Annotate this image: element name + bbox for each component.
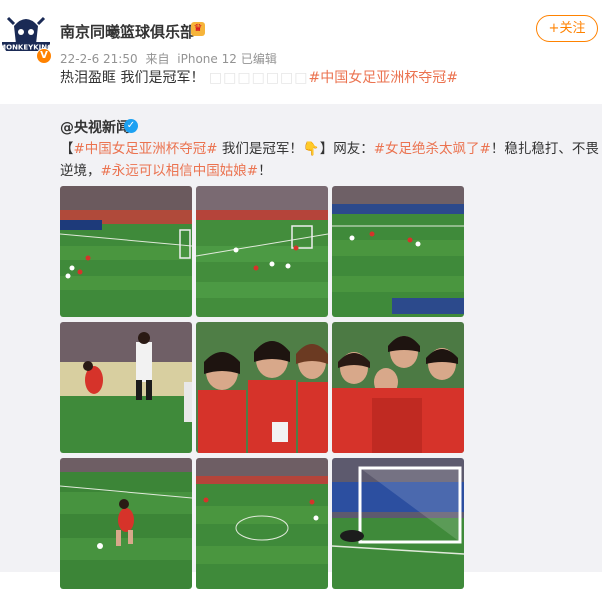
repost-text: 【#中国女足亚洲杯夺冠# 我们是冠军！👇】网友：#女足绝杀太飒了#！稳扎稳打、不… xyxy=(60,138,600,182)
follow-button[interactable]: +关注 xyxy=(536,15,598,42)
author-name[interactable]: 南京同曦篮球俱乐部 xyxy=(60,21,195,42)
image-8-midfield[interactable] xyxy=(196,458,328,589)
post-text-main: 热泪盈眶 我们是冠军！ xyxy=(60,70,205,86)
post-time[interactable]: 22-2-6 21:50 xyxy=(60,52,138,66)
post-meta: 22-2-6 21:50 来自 iPhone 12 已编辑 xyxy=(60,50,281,67)
image-grid xyxy=(60,186,464,589)
image-5-players-celebrate[interactable] xyxy=(196,322,328,453)
membership-crown-icon[interactable]: ♛ xyxy=(191,22,205,36)
edited-label[interactable]: 已编辑 xyxy=(241,52,277,66)
post-header: MONKEYKING V 南京同曦篮球俱乐部 ♛ 22-2-6 21:50 来自… xyxy=(0,0,602,104)
repost-author[interactable]: @央视新闻 xyxy=(60,117,130,137)
verified-orange-icon: V xyxy=(36,48,52,64)
hashtag-link[interactable]: #中国女足亚洲杯夺冠# xyxy=(74,141,218,157)
image-3-field-action[interactable] xyxy=(332,186,464,317)
hashtag-link[interactable]: #中国女足亚洲杯夺冠# xyxy=(309,70,458,86)
post-text: 热泪盈眶 我们是冠军！ □□□□□□□#中国女足亚洲杯夺冠# xyxy=(60,67,458,87)
repost-container: @央视新闻 ✓ 【#中国女足亚洲杯夺冠# 我们是冠军！👇】网友：#女足绝杀太飒了… xyxy=(0,104,602,589)
image-7-player-kick[interactable] xyxy=(60,458,192,589)
image-1-penalty-wide[interactable] xyxy=(60,186,192,317)
point-down-emoji-icon: 👇 xyxy=(302,141,320,157)
source-device[interactable]: iPhone 12 xyxy=(177,52,237,66)
image-2-stadium-view[interactable] xyxy=(196,186,328,317)
repost-text-part: 】网友： xyxy=(319,141,374,157)
image-4-header-goal[interactable] xyxy=(60,322,192,453)
repost-text-part: 【 xyxy=(60,141,74,157)
emoji-placeholders: □□□□□□□ xyxy=(208,70,309,86)
source-prefix: 来自 xyxy=(145,52,170,66)
hashtag-link[interactable]: #女足绝杀太飒了# xyxy=(374,141,491,157)
image-6-team-hug[interactable] xyxy=(332,322,464,453)
repost-text-part: ！ xyxy=(258,163,272,179)
hashtag-link[interactable]: #永远可以相信中国姑娘# xyxy=(101,163,259,179)
verified-blue-icon: ✓ xyxy=(124,119,138,133)
image-9-goal-net[interactable] xyxy=(332,458,464,589)
repost-text-part: 我们是冠军！ xyxy=(217,141,303,157)
